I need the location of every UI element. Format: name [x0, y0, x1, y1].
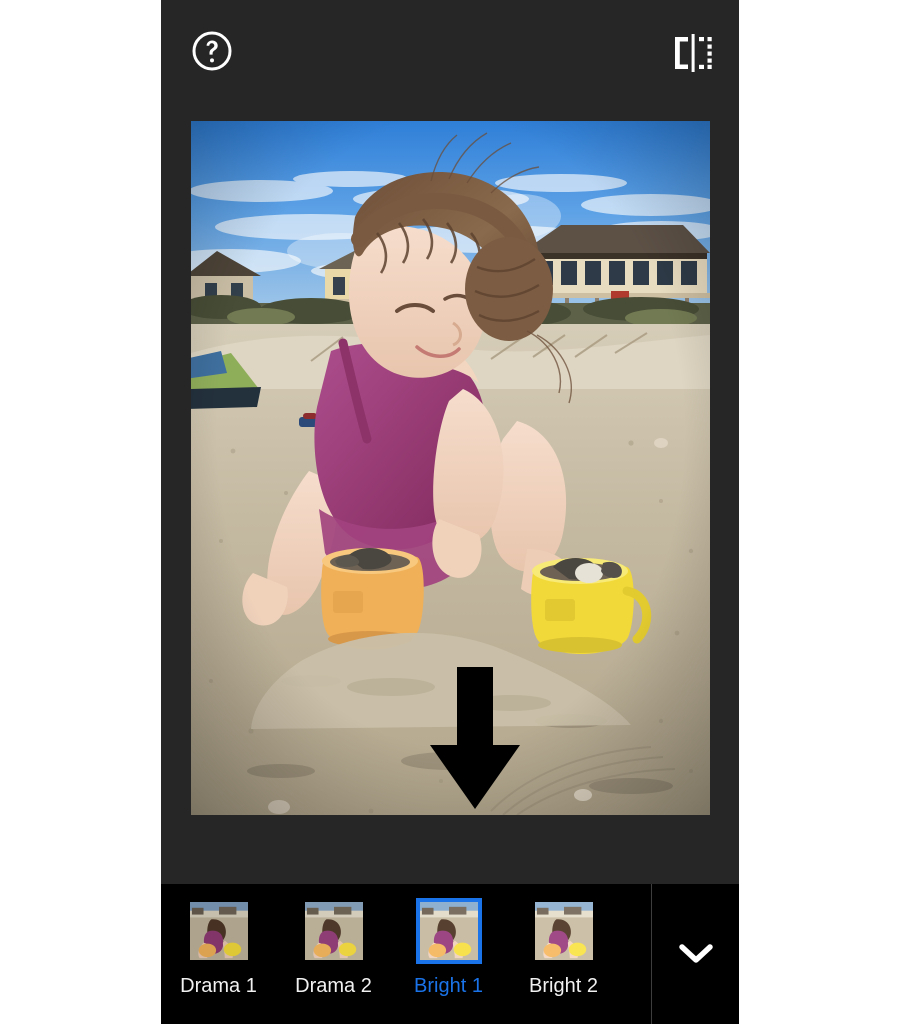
compare-button[interactable]: [666, 26, 720, 80]
thumbnail-image-bright-1: [419, 902, 478, 960]
filter-item-bright-2[interactable]: Bright 2: [506, 898, 621, 996]
edited-photo: [191, 121, 710, 815]
expand-filters-button[interactable]: [652, 884, 739, 1024]
filter-thumbnail: [186, 898, 252, 964]
filter-label: Drama 1: [180, 975, 257, 997]
filter-label: Drama 2: [295, 975, 372, 997]
top-bar: [161, 0, 739, 100]
filter-item-drama-1[interactable]: Drama 1: [161, 898, 276, 996]
filter-thumbnail: [301, 898, 367, 964]
filter-item-drama-2[interactable]: Drama 2: [276, 898, 391, 996]
help-circle-icon: [192, 31, 232, 71]
page-gutter-right: [739, 0, 901, 1024]
filter-label: Bright 1: [414, 975, 483, 997]
help-button[interactable]: [191, 30, 233, 72]
thumbnail-image-bright-2: [534, 902, 593, 960]
filter-item-bright-1[interactable]: Bright 1: [391, 898, 506, 996]
photo-canvas[interactable]: [191, 121, 710, 815]
filter-thumbnail: [415, 898, 482, 964]
screen-root: Drama 1 Drama 2 Bright 1 Bright 2: [0, 0, 901, 1024]
compare-before-after-icon: [675, 34, 712, 72]
filter-thumbnail: [531, 898, 597, 964]
page-gutter-left: [0, 0, 161, 1024]
thumbnail-image-drama-2: [304, 902, 363, 960]
filter-strip: Drama 1 Drama 2 Bright 1 Bright 2: [161, 884, 739, 1024]
filter-label: Bright 2: [529, 975, 598, 997]
thumbnail-image-drama-1: [189, 902, 248, 960]
chevron-down-icon: [678, 944, 713, 963]
app-window: Drama 1 Drama 2 Bright 1 Bright 2: [161, 0, 739, 1024]
filter-list: Drama 1 Drama 2 Bright 1 Bright 2: [161, 884, 651, 1024]
